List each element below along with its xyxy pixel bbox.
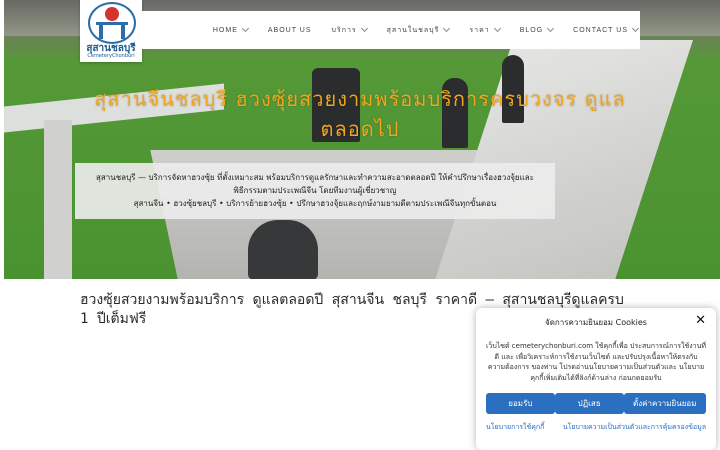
cookie-links: นโยบายการใช้คุกกี้ นโยบายความเป็นส่วนตัว… <box>486 422 706 433</box>
chevron-down-icon <box>631 24 640 33</box>
site-logo[interactable]: สุสานชลบุรี CemeteryChonburi <box>80 0 142 62</box>
cookie-dialog-title: จัดการความยินยอม Cookies <box>545 318 647 327</box>
nav-label: HOME <box>212 26 238 34</box>
nav-label: CONTACT US <box>573 26 628 34</box>
cookie-consent-dialog: จัดการความยินยอม Cookies ✕ เว็บไซต์ ceme… <box>476 308 716 450</box>
chevron-down-icon <box>360 24 368 33</box>
nav-item-services[interactable]: บริการ <box>331 24 368 36</box>
privacy-policy-link[interactable]: นโยบายความเป็นส่วนตัวและการคุ้มครองข้อมู… <box>563 422 706 433</box>
logo-red-circle-icon <box>105 7 119 21</box>
nav-label: สุสานในชลบุรี <box>386 26 440 34</box>
nav-item-cemeteries[interactable]: สุสานในชลบุรี <box>386 24 451 36</box>
hero-caption-line-2: สุสานจีน • ฮวงซุ้ยชลบุรี • บริการย้ายฮวง… <box>133 199 497 208</box>
logo-subtitle: CemeteryChonburi <box>87 53 135 59</box>
chevron-down-icon <box>241 24 249 33</box>
cookie-button-row: ยอมรับ ปฏิเสธ ตั้งค่าความยินยอม <box>486 393 706 414</box>
logo-seal-icon <box>88 2 136 44</box>
cookie-policy-link[interactable]: นโยบายการใช้คุกกี้ <box>486 422 544 433</box>
hero-caption: สุสานชลบุรี — บริการจัดหาฮวงซุ้ย ที่ตั้ง… <box>75 163 555 219</box>
hero-title: สุสานจีนชลบุรี ฮวงซุ้ยสวยงามพร้อมบริการค… <box>94 87 626 141</box>
main-navigation: HOME ABOUT US บริการ สุสานในชลบุรี ราคา … <box>142 11 640 49</box>
preferences-button[interactable]: ตั้งค่าความยินยอม <box>623 393 706 414</box>
logo-gate-icon <box>96 22 128 39</box>
nav-label: บริการ <box>331 26 357 34</box>
accept-button[interactable]: ยอมรับ <box>486 393 555 414</box>
cookie-dialog-body: เว็บไซต์ cemeterychonburi.com ใช้คุกกี้เ… <box>486 342 706 382</box>
hero-caption-line-1: สุสานชลบุรี — บริการจัดหาฮวงซุ้ย ที่ตั้ง… <box>96 173 534 195</box>
nav-item-about[interactable]: ABOUT US <box>268 27 312 34</box>
nav-item-home[interactable]: HOME <box>212 24 249 34</box>
chevron-down-icon <box>547 24 555 33</box>
chevron-down-icon <box>493 24 501 33</box>
nav-label: ABOUT US <box>267 26 312 34</box>
nav-label: BLOG <box>519 26 544 34</box>
nav-item-price[interactable]: ราคา <box>469 24 501 36</box>
nav-item-contact[interactable]: CONTACT US <box>573 24 640 34</box>
nav-label: ราคา <box>469 26 490 34</box>
chevron-down-icon <box>443 24 451 33</box>
close-icon[interactable]: ✕ <box>695 313 706 328</box>
deny-button[interactable]: ปฏิเสธ <box>554 393 624 414</box>
nav-item-blog[interactable]: BLOG <box>519 24 555 34</box>
